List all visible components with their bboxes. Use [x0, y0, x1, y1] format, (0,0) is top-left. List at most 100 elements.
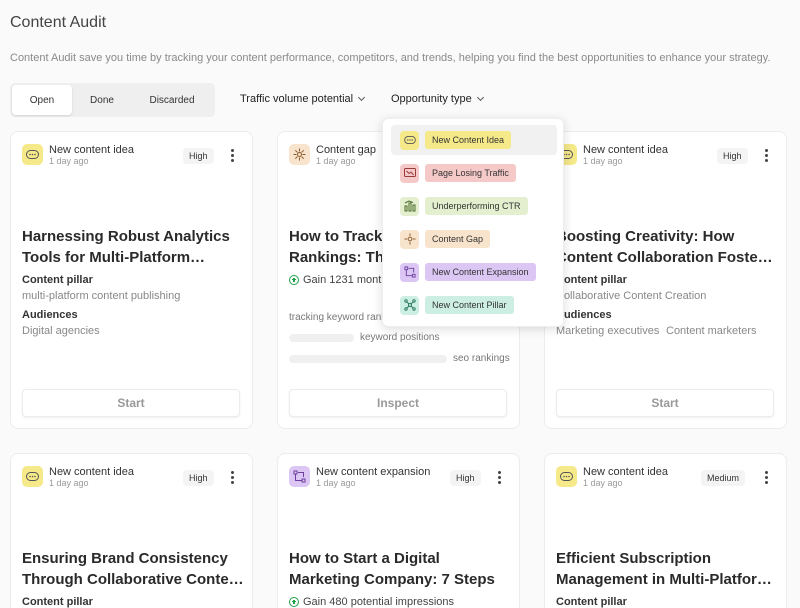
dropdown-item-label: New Content Expansion [425, 263, 536, 281]
priority-badge: High [717, 148, 748, 164]
gain-indicator: Gain 1231 month [289, 274, 387, 286]
content-pillar-label: Content pillar [22, 274, 93, 286]
dropdown-item-underperforming-ctr[interactable]: Underperforming CTR [391, 191, 557, 221]
card-type: New content expansion [316, 466, 431, 478]
inspect-button[interactable]: Inspect [289, 389, 507, 417]
content-pillar-label: Content pillar [556, 596, 627, 608]
content-pillar-label: Content pillar [556, 274, 627, 286]
opportunity-card: New content idea 1 day ago High Boosting… [544, 131, 787, 429]
audiences-label: Audiences [556, 309, 612, 321]
card-title[interactable]: How to Start a Digital Marketing Company… [289, 548, 511, 590]
card-title-line: Marketing Company: 7 Steps [289, 571, 495, 588]
plus-circle-icon [289, 275, 299, 285]
opportunity-type-dropdown: New Content Idea Page Losing Traffic Und… [382, 118, 564, 327]
card-title-line: Efficient Subscription [556, 550, 712, 567]
content-idea-icon [22, 466, 43, 487]
more-options-icon[interactable] [227, 149, 237, 162]
audiences-label: Audiences [22, 309, 78, 321]
gain-text: Gain 480 potential impressions [303, 596, 455, 608]
dropdown-item-label: New Content Pillar [425, 296, 514, 314]
dropdown-item-page-losing-traffic[interactable]: Page Losing Traffic [391, 158, 557, 188]
dropdown-item-content-gap[interactable]: Content Gap [391, 224, 557, 254]
dropdown-item-label: Page Losing Traffic [425, 164, 516, 182]
card-date: 1 day ago [316, 478, 356, 488]
dropdown-item-new-content-expansion[interactable]: New Content Expansion [391, 257, 557, 287]
card-title[interactable]: Harnessing Robust Analytics Tools for Mu… [22, 226, 244, 268]
card-type: New content idea [583, 466, 668, 478]
card-type: New content idea [583, 144, 668, 156]
content-pillar-label: Content pillar [22, 596, 93, 608]
dropdown-item-label: New Content Idea [425, 131, 512, 149]
keyword-bar [289, 355, 447, 363]
keyword-text: keyword positions [360, 332, 440, 343]
opportunity-type-filter[interactable]: Opportunity type [391, 93, 484, 105]
keyword-bar [289, 334, 354, 342]
chevron-down-icon [476, 93, 484, 102]
tab-open[interactable]: Open [12, 85, 72, 115]
content-gap-icon [289, 144, 310, 165]
traffic-volume-filter[interactable]: Traffic volume potential [240, 93, 366, 105]
opportunity-card: New content idea 1 day ago High Harnessi… [10, 131, 253, 429]
audience-value: Marketing executives [556, 325, 660, 337]
card-title-line: Ensuring Brand Consistency [22, 550, 228, 567]
audience-value: Digital agencies [22, 325, 100, 337]
dropdown-item-new-content-pillar[interactable]: New Content Pillar [391, 290, 557, 320]
content-gap-icon [400, 229, 419, 249]
card-date: 1 day ago [583, 478, 623, 488]
dropdown-item-new-content-idea[interactable]: New Content Idea [391, 125, 557, 155]
priority-badge: High [450, 470, 481, 486]
card-type: New content idea [49, 466, 134, 478]
priority-badge: High [183, 470, 214, 486]
more-options-icon[interactable] [761, 471, 771, 484]
priority-badge: High [183, 148, 214, 164]
page-subtitle: Content Audit save you time by tracking … [10, 52, 771, 64]
card-title[interactable]: Efficient Subscription Management in Mul… [556, 548, 778, 590]
content-expansion-icon [400, 262, 419, 282]
card-title[interactable]: Ensuring Brand Consistency Through Colla… [22, 548, 244, 590]
content-pillar-value: Collaborative Content Creation [556, 290, 707, 302]
more-options-icon[interactable] [761, 149, 771, 162]
card-title-line: Boosting Creativity: How [556, 228, 735, 245]
chevron-down-icon [358, 93, 366, 102]
status-tabs: Open Done Discarded [10, 83, 215, 117]
card-title[interactable]: Boosting Creativity: How Content Collabo… [556, 226, 778, 268]
more-options-icon[interactable] [227, 471, 237, 484]
priority-badge: Medium [701, 470, 746, 486]
content-pillar-value: multi-platform content publishing [22, 290, 181, 302]
card-title-line: Content Collaboration Foste… [556, 249, 773, 266]
keyword-text: seo rankings [453, 353, 510, 364]
card-title-line: How to Start a Digital [289, 550, 440, 567]
content-pillar-icon [400, 295, 419, 315]
dropdown-item-label: Underperforming CTR [425, 197, 528, 215]
content-idea-icon [22, 144, 43, 165]
content-idea-icon [556, 466, 577, 487]
gain-text: Gain 1231 month [303, 274, 388, 286]
page-title: Content Audit [10, 14, 107, 31]
traffic-volume-filter-label: Traffic volume potential [240, 93, 354, 105]
content-idea-icon [400, 130, 419, 150]
card-title-line: Harnessing Robust Analytics [22, 228, 230, 245]
tab-discarded[interactable]: Discarded [132, 85, 212, 115]
plus-circle-icon [289, 597, 299, 607]
gain-indicator: Gain 480 potential impressions [289, 596, 454, 608]
dropdown-item-label: Content Gap [425, 230, 491, 248]
start-button[interactable]: Start [22, 389, 240, 417]
start-button[interactable]: Start [556, 389, 774, 417]
card-title-line: Through Collaborative Conte… [22, 571, 244, 588]
opportunity-card: New content idea 1 day ago High Ensuring… [10, 453, 253, 608]
card-date: 1 day ago [49, 478, 89, 488]
card-date: 1 day ago [583, 156, 623, 166]
tab-done[interactable]: Done [72, 85, 132, 115]
audience-value: Content marketers [666, 325, 757, 337]
page-losing-traffic-icon [400, 163, 419, 183]
content-expansion-icon [289, 466, 310, 487]
card-type: Content gap [316, 144, 376, 156]
card-date: 1 day ago [316, 156, 356, 166]
opportunity-card: New content idea 1 day ago Medium Effici… [544, 453, 787, 608]
more-options-icon[interactable] [494, 471, 504, 484]
card-title-line: Management in Multi-Platfor… [556, 571, 772, 588]
opportunity-type-filter-label: Opportunity type [391, 93, 472, 105]
opportunity-card: New content expansion 1 day ago High How… [277, 453, 520, 608]
underperforming-ctr-icon [400, 196, 419, 216]
card-date: 1 day ago [49, 156, 89, 166]
